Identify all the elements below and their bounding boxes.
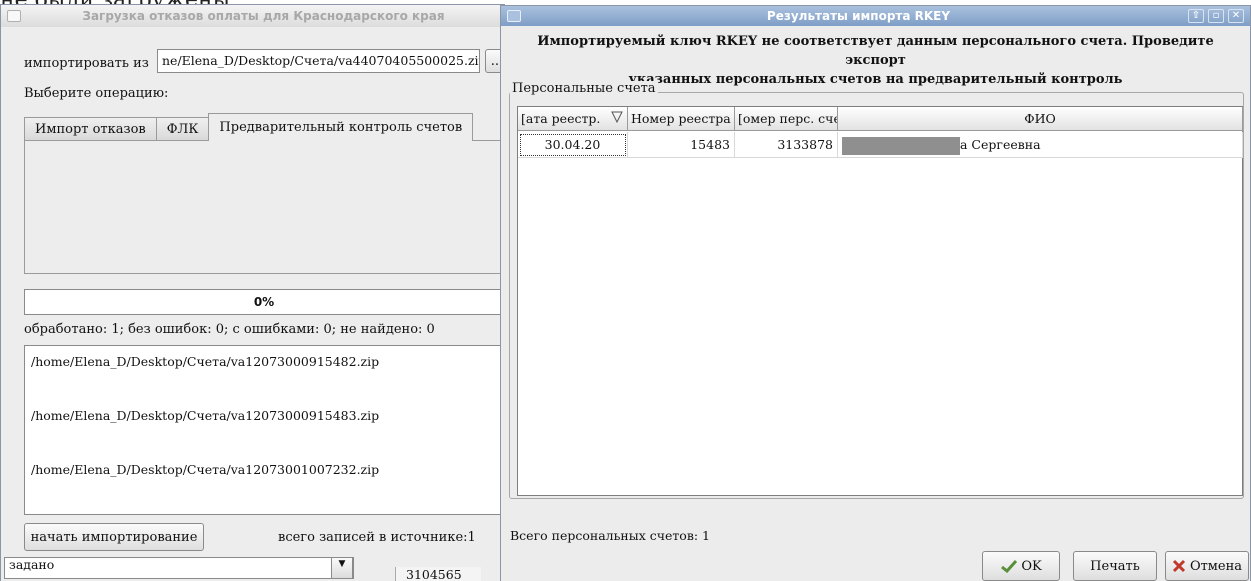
column-header-date[interactable]: [ата реестр.: [518, 107, 628, 131]
operation-tabs: Импорт отказов ФЛК Предварительный контр…: [24, 113, 474, 141]
table-cell-account-number[interactable]: 3133878: [735, 132, 838, 158]
table-cell-date[interactable]: 30.04.20: [518, 132, 628, 158]
error-message-line-1: Импортируемый ключ RKEY не соответствует…: [537, 34, 1214, 68]
progress-text: 0%: [253, 295, 275, 309]
chevron-down-icon: ▼: [331, 557, 353, 579]
total-records-label: всего записей в источнике:1: [278, 530, 476, 545]
file-list[interactable]: /home/Elena_D/Desktop/Счета/va1207300091…: [24, 345, 504, 515]
restore-icon[interactable]: ▫: [1208, 9, 1224, 23]
personal-accounts-table[interactable]: [ата реестр. Номер реестра [омер перс. с…: [517, 106, 1243, 496]
column-header-register-number[interactable]: Номер реестра: [628, 107, 735, 131]
personal-accounts-group-title: Персональные счета: [510, 81, 658, 96]
window-menu-icon[interactable]: [7, 10, 21, 22]
import-path-input[interactable]: ne/Elena_D/Desktop/Счета/va4407040550002…: [157, 49, 480, 73]
left-window-title: Загрузка отказов оплаты для Краснодарско…: [82, 9, 445, 23]
print-button[interactable]: Печать: [1073, 551, 1157, 581]
ok-button[interactable]: OK: [982, 551, 1060, 581]
maximize-icon[interactable]: ⇧: [1188, 9, 1204, 23]
stats-text: обработано: 1; без ошибок: 0; с ошибками…: [24, 322, 435, 337]
left-window-titlebar[interactable]: Загрузка отказов оплаты для Краснодарско…: [1, 5, 504, 27]
total-accounts-label: Всего персональных счетов: 1: [510, 528, 710, 543]
close-icon[interactable]: ✕: [1228, 9, 1244, 23]
list-item[interactable]: /home/Elena_D/Desktop/Счета/va1207300091…: [31, 354, 379, 369]
tab-panel: [24, 140, 504, 274]
redaction-block: [842, 136, 960, 155]
rkey-results-dialog: Результаты импорта RKEY ⇧ ▫ ✕ Импортируе…: [500, 5, 1251, 581]
fio-visible-text: а Сергеевна: [960, 137, 1041, 152]
sort-descending-icon: [611, 111, 623, 123]
cancel-button[interactable]: Отмена: [1165, 551, 1249, 581]
list-item[interactable]: /home/Elena_D/Desktop/Счета/va1207300100…: [31, 462, 379, 477]
progress-bar: 0%: [24, 289, 504, 315]
tab-flk[interactable]: ФЛК: [155, 117, 210, 141]
background-cell: 3104565: [395, 567, 481, 581]
table-cell-register-number[interactable]: 15483: [628, 132, 735, 158]
cancel-x-icon: [1172, 559, 1186, 573]
import-refusals-window: Загрузка отказов оплаты для Краснодарско…: [0, 4, 505, 581]
background-combo: задано: [4, 557, 354, 579]
right-window-title: Результаты импорта RKEY: [766, 9, 951, 23]
window-menu-icon[interactable]: [507, 10, 521, 22]
column-header-account-number[interactable]: [омер перс. сче: [735, 107, 838, 131]
tab-preliminary-control[interactable]: Предварительный контроль счетов: [208, 113, 474, 141]
background-combo-value: задано: [9, 557, 55, 572]
tab-import-refusals[interactable]: Импорт отказов: [24, 117, 157, 141]
table-cell-fio[interactable]: а Сергеевна: [838, 132, 1243, 158]
column-header-fio[interactable]: ФИО: [838, 107, 1243, 131]
list-item[interactable]: /home/Elena_D/Desktop/Счета/va1207300091…: [31, 408, 379, 423]
start-import-button[interactable]: начать импортирование: [24, 523, 204, 551]
ok-checkmark-icon: [1001, 559, 1018, 573]
operation-label: Выберите операцию:: [24, 86, 169, 101]
import-from-label: импортировать из: [24, 56, 149, 71]
right-window-titlebar[interactable]: Результаты импорта RKEY ⇧ ▫ ✕: [501, 6, 1250, 26]
